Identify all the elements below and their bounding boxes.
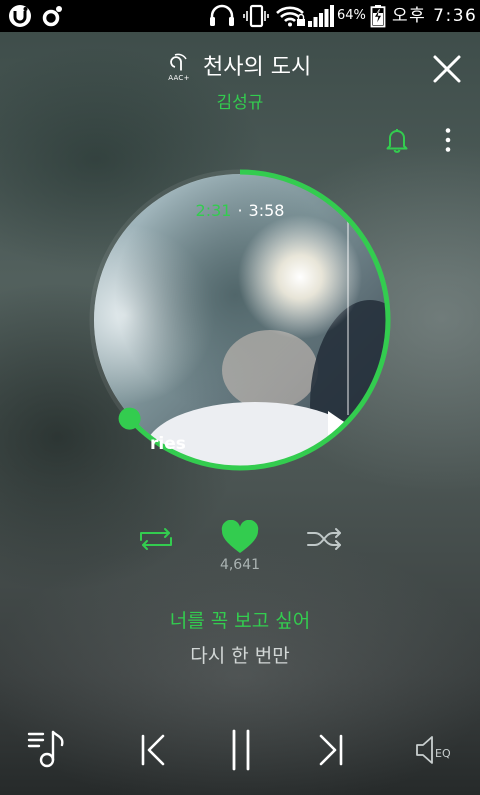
elapsed-time: 2:31 — [195, 201, 232, 220]
like-button[interactable] — [220, 520, 260, 556]
next-button[interactable] — [316, 733, 346, 767]
previous-icon — [141, 734, 165, 766]
album-art-caption: ries — [150, 434, 186, 454]
headset-icon — [210, 4, 234, 26]
time-separator: · — [237, 201, 243, 220]
status-bar: 64% 오후 7:36 — [0, 0, 480, 32]
repeat-icon — [140, 528, 172, 550]
playlist-icon — [27, 730, 64, 768]
pause-button[interactable] — [226, 729, 256, 771]
shuffle-button[interactable] — [305, 526, 345, 552]
more-vertical-icon[interactable] — [440, 127, 456, 153]
lyric-next-line[interactable]: 다시 한 번만 — [0, 643, 480, 669]
song-title: 천사의 도시 — [203, 55, 312, 80]
wifi-lock-icon — [276, 6, 305, 27]
codec-label: AAC+ — [168, 74, 190, 82]
speaker-eq-icon — [416, 736, 433, 764]
music-player-screen: 64% 오후 7:36 AAC+ 천사의 도시 김성규 ries 2:31 · … — [0, 0, 480, 795]
artist-name[interactable]: 김성규 — [0, 92, 480, 114]
music-notification-icon — [42, 6, 62, 27]
repeat-button[interactable] — [136, 526, 176, 552]
eq-button[interactable]: EQ — [412, 733, 460, 767]
aac-icon — [170, 53, 187, 71]
previous-button[interactable] — [138, 733, 168, 767]
phone-vibrate-icon — [243, 4, 269, 28]
u-plus-icon — [9, 5, 31, 27]
pause-icon — [232, 729, 250, 771]
like-count: 4,641 — [219, 557, 261, 573]
shuffle-icon — [307, 528, 341, 550]
close-icon[interactable] — [432, 54, 462, 84]
eq-label: EQ — [435, 747, 451, 760]
playback-time: 2:31 · 3:58 — [0, 200, 480, 222]
heart-icon — [221, 520, 259, 553]
signal-icon — [308, 5, 334, 27]
lyric-current-line[interactable]: 너를 꼭 보고 싶어 — [0, 608, 480, 634]
clock: 오후 7:36 — [392, 6, 478, 26]
bell-icon[interactable] — [385, 127, 409, 153]
codec-badge: AAC+ — [166, 52, 192, 84]
battery-percent: 64% — [337, 8, 366, 23]
next-icon — [319, 734, 343, 766]
battery-charging-icon — [370, 5, 386, 28]
total-duration: 3:58 — [248, 201, 285, 220]
playlist-button[interactable] — [26, 728, 70, 770]
progress-knob[interactable] — [118, 407, 141, 430]
